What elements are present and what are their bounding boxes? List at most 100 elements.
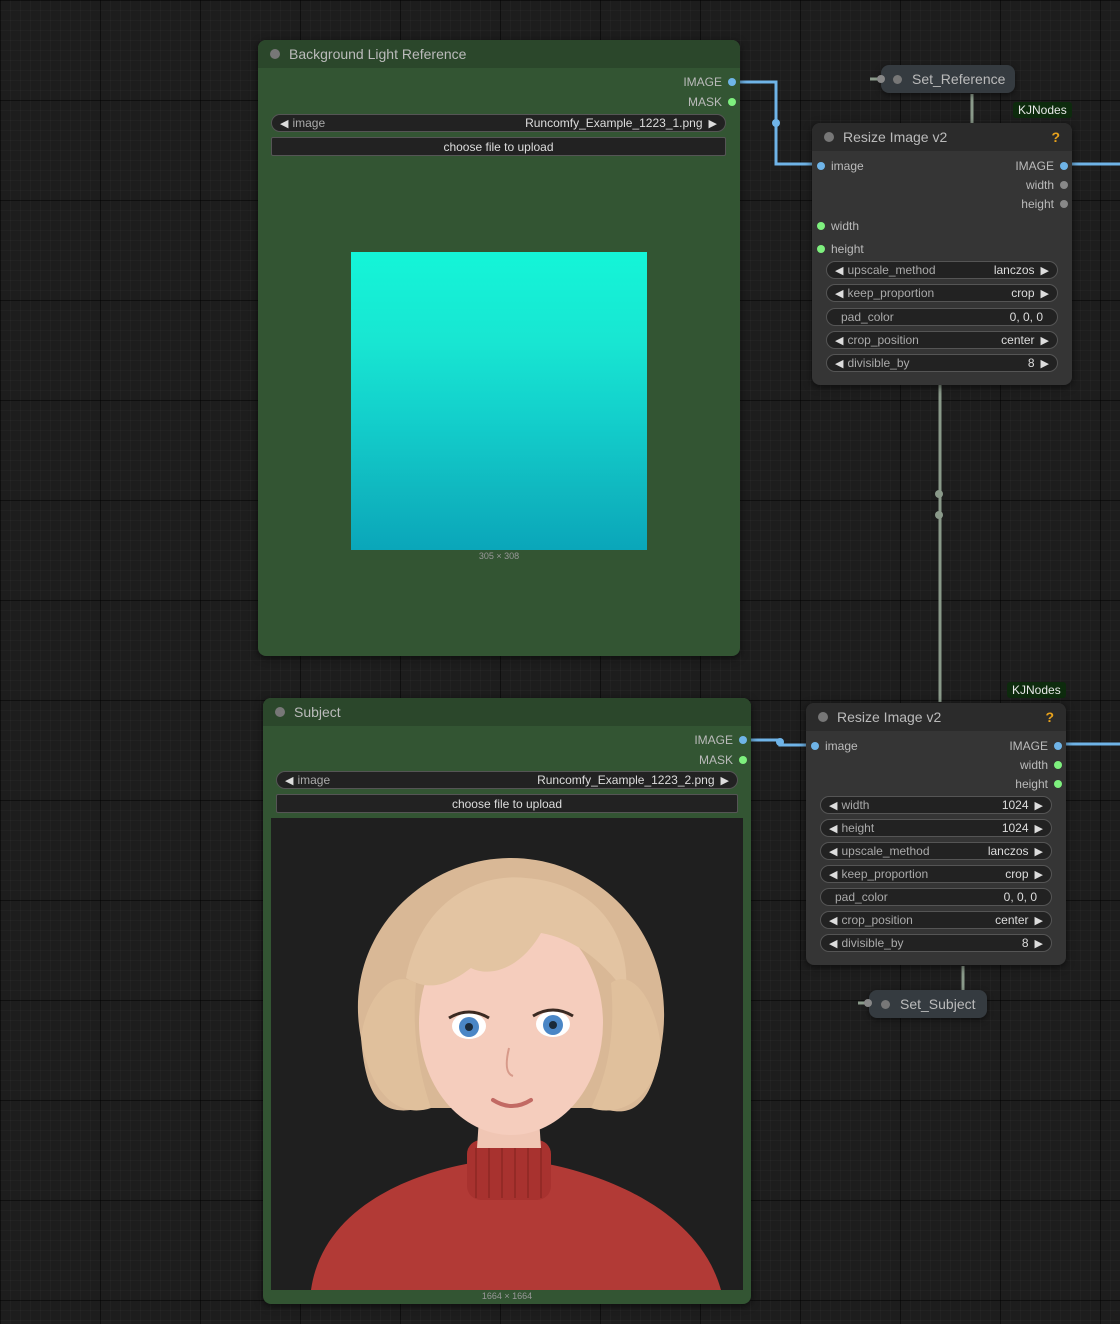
arrow-left-icon[interactable]: ◀ — [280, 117, 288, 130]
arrow-left-icon[interactable]: ◀ — [835, 264, 843, 277]
node-title: Resize Image v2 — [837, 709, 942, 725]
widget-pad-color[interactable]: pad_color 0, 0, 0 — [820, 888, 1052, 906]
widget-height[interactable]: ◀ height 1024 ▶ — [820, 819, 1052, 837]
widget-crop-position[interactable]: ◀ crop_position center ▶ — [826, 331, 1058, 349]
widget-keep-proportion[interactable]: ◀ keep_proportion crop ▶ — [826, 284, 1058, 302]
node-subject[interactable]: Subject IMAGE MASK ◀ image Runcomfy_Exam… — [263, 698, 751, 1304]
input-image[interactable]: image — [817, 159, 864, 173]
widget-value: lanczos — [993, 263, 1035, 277]
widget-width[interactable]: ◀ width 1024 ▶ — [820, 796, 1052, 814]
input-socket-icon[interactable] — [864, 999, 872, 1007]
collapse-dot-icon[interactable] — [893, 74, 902, 84]
input-image[interactable]: image — [811, 739, 858, 753]
output-label: height — [1021, 197, 1054, 211]
collapse-dot-icon[interactable] — [270, 49, 280, 59]
socket-icon[interactable] — [728, 78, 736, 86]
node-background-light-reference[interactable]: Background Light Reference IMAGE MASK ◀ … — [258, 40, 740, 656]
socket-icon[interactable] — [1054, 742, 1062, 750]
arrow-right-icon[interactable]: ▶ — [1041, 334, 1049, 347]
widget-value: center — [1001, 333, 1035, 347]
arrow-left-icon[interactable]: ◀ — [835, 357, 843, 370]
socket-icon[interactable] — [817, 162, 825, 170]
socket-icon[interactable] — [1060, 200, 1068, 208]
socket-icon[interactable] — [728, 98, 736, 106]
upload-button[interactable]: choose file to upload — [271, 137, 726, 156]
arrow-left-icon[interactable]: ◀ — [835, 287, 843, 300]
output-label: MASK — [687, 95, 722, 109]
arrow-right-icon[interactable]: ▶ — [1041, 287, 1049, 300]
upload-button[interactable]: choose file to upload — [276, 794, 738, 813]
arrow-right-icon[interactable]: ▶ — [1041, 264, 1049, 277]
widget-value: 0, 0, 0 — [1003, 890, 1037, 904]
arrow-right-icon[interactable]: ▶ — [1035, 914, 1043, 927]
widget-keep-proportion[interactable]: ◀ keep_proportion crop ▶ — [820, 865, 1052, 883]
arrow-left-icon[interactable]: ◀ — [829, 937, 837, 950]
arrow-left-icon[interactable]: ◀ — [829, 914, 837, 927]
arrow-right-icon[interactable]: ▶ — [1035, 822, 1043, 835]
node-set-subject[interactable]: Set_Subject — [869, 990, 987, 1018]
socket-icon[interactable] — [1054, 780, 1062, 788]
arrow-left-icon[interactable]: ◀ — [829, 845, 837, 858]
help-icon[interactable]: ? — [1051, 129, 1060, 145]
widget-upscale-method[interactable]: ◀ upscale_method lanczos ▶ — [826, 261, 1058, 279]
image-select[interactable]: ◀ image Runcomfy_Example_1223_2.png ▶ — [276, 771, 738, 789]
output-height[interactable]: height — [1015, 777, 1062, 791]
socket-icon[interactable] — [1054, 761, 1062, 769]
arrow-left-icon[interactable]: ◀ — [285, 774, 293, 787]
node-set-reference[interactable]: Set_Reference — [881, 65, 1015, 93]
widget-crop-position[interactable]: ◀ crop_position center ▶ — [820, 911, 1052, 929]
widget-divisible-by[interactable]: ◀ divisible_by 8 ▶ — [826, 354, 1058, 372]
image-select[interactable]: ◀ image Runcomfy_Example_1223_1.png ▶ — [271, 114, 726, 132]
socket-icon[interactable] — [739, 736, 747, 744]
socket-icon[interactable] — [817, 245, 825, 253]
widget-value: Runcomfy_Example_1223_1.png — [525, 116, 703, 130]
node-resize-image-bottom[interactable]: Resize Image v2 ? image IMAGE width heig… — [806, 703, 1066, 965]
arrow-right-icon[interactable]: ▶ — [1035, 845, 1043, 858]
output-image[interactable]: IMAGE — [1015, 159, 1068, 173]
socket-icon[interactable] — [817, 222, 825, 230]
output-label: IMAGE — [1009, 739, 1048, 753]
input-height[interactable]: height — [817, 242, 864, 256]
output-image[interactable]: IMAGE — [683, 75, 736, 89]
arrow-right-icon[interactable]: ▶ — [709, 117, 717, 130]
node-badge: KJNodes — [1013, 102, 1072, 118]
socket-icon[interactable] — [739, 756, 747, 764]
arrow-right-icon[interactable]: ▶ — [1041, 357, 1049, 370]
widget-pad-color[interactable]: pad_color 0, 0, 0 — [826, 308, 1058, 326]
arrow-left-icon[interactable]: ◀ — [829, 822, 837, 835]
widget-divisible-by[interactable]: ◀ divisible_by 8 ▶ — [820, 934, 1052, 952]
output-label: IMAGE — [1015, 159, 1054, 173]
node-resize-image-top[interactable]: Resize Image v2 ? image width height IMA… — [812, 123, 1072, 385]
node-title-bar[interactable]: Resize Image v2 ? — [806, 703, 1066, 731]
output-width[interactable]: width — [1020, 758, 1062, 772]
arrow-left-icon[interactable]: ◀ — [835, 334, 843, 347]
output-image[interactable]: IMAGE — [694, 733, 747, 747]
arrow-right-icon[interactable]: ▶ — [1035, 937, 1043, 950]
output-image[interactable]: IMAGE — [1009, 739, 1062, 753]
arrow-left-icon[interactable]: ◀ — [829, 868, 837, 881]
collapse-dot-icon[interactable] — [275, 707, 285, 717]
output-mask[interactable]: MASK — [688, 95, 736, 109]
socket-icon[interactable] — [811, 742, 819, 750]
node-title-bar[interactable]: Subject — [263, 698, 751, 726]
output-height[interactable]: height — [1021, 197, 1068, 211]
widget-upscale-method[interactable]: ◀ upscale_method lanczos ▶ — [820, 842, 1052, 860]
output-width[interactable]: width — [1026, 178, 1068, 192]
collapse-dot-icon[interactable] — [881, 999, 890, 1009]
arrow-right-icon[interactable]: ▶ — [1035, 868, 1043, 881]
help-icon[interactable]: ? — [1045, 709, 1054, 725]
node-title-bar[interactable]: Resize Image v2 ? — [812, 123, 1072, 151]
arrow-right-icon[interactable]: ▶ — [721, 774, 729, 787]
output-mask[interactable]: MASK — [699, 753, 747, 767]
input-width[interactable]: width — [817, 219, 859, 233]
arrow-left-icon[interactable]: ◀ — [829, 799, 837, 812]
socket-icon[interactable] — [1060, 181, 1068, 189]
arrow-right-icon[interactable]: ▶ — [1035, 799, 1043, 812]
collapse-dot-icon[interactable] — [824, 132, 834, 142]
widget-label: height — [841, 821, 875, 835]
portrait-illustration — [311, 858, 721, 1290]
socket-icon[interactable] — [1060, 162, 1068, 170]
input-socket-icon[interactable] — [877, 75, 885, 83]
node-title-bar[interactable]: Background Light Reference — [258, 40, 740, 68]
collapse-dot-icon[interactable] — [818, 712, 828, 722]
